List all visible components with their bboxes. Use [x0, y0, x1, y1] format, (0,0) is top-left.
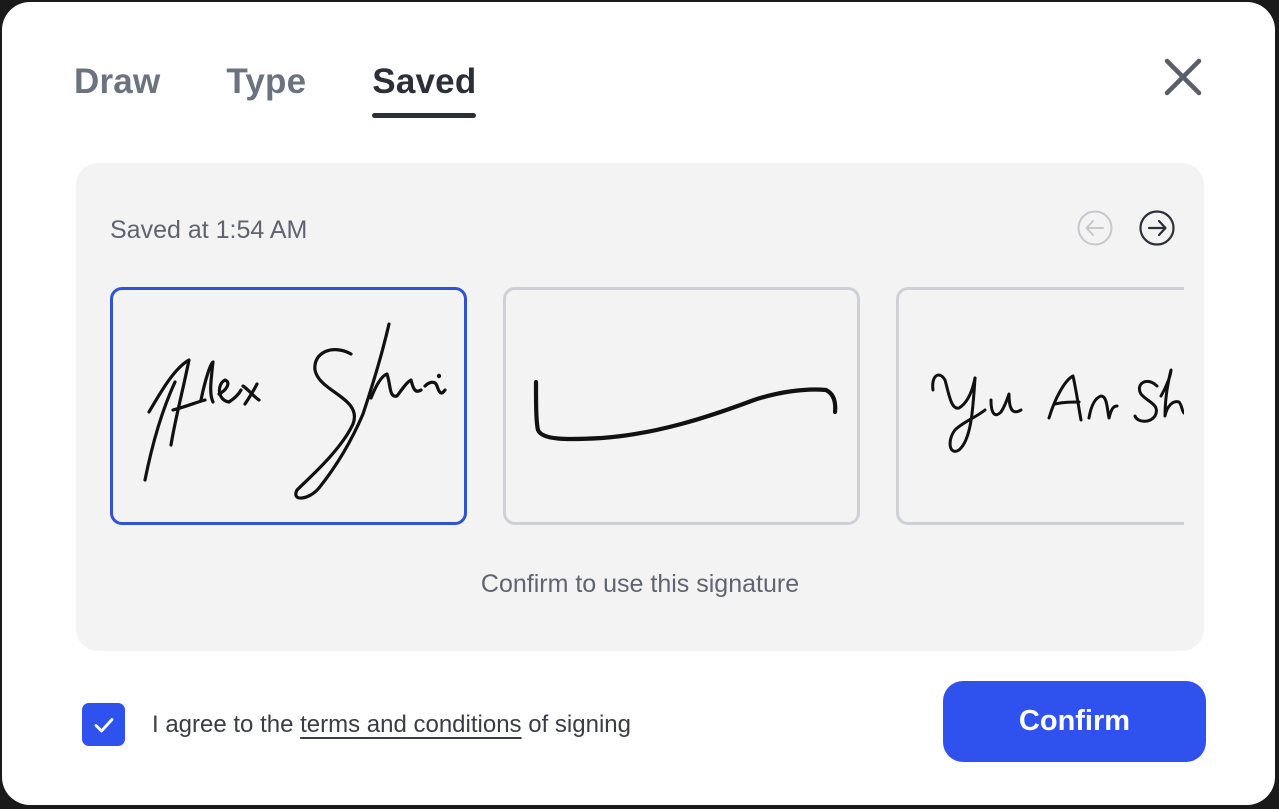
tab-bar: Draw Type Saved: [74, 60, 477, 118]
tab-draw[interactable]: Draw: [74, 60, 160, 104]
signature-carousel: [110, 287, 1184, 529]
signature-alex-shi: [143, 322, 447, 500]
confirm-button[interactable]: Confirm: [943, 681, 1206, 762]
signature-card-3[interactable]: [896, 287, 1184, 525]
signature-card-1[interactable]: [110, 287, 467, 525]
arrow-left-circle-icon[interactable]: [1076, 209, 1114, 247]
tab-type[interactable]: Type: [226, 60, 306, 104]
signature-dialog: Draw Type Saved Saved at 1:54 AM Confirm…: [2, 2, 1275, 805]
signature-line: [533, 379, 838, 442]
checkmark-icon: [94, 717, 113, 732]
signature-card-2[interactable]: [503, 287, 860, 525]
terms-agreement: I agree to the terms and conditions of s…: [82, 703, 631, 746]
confirm-hint: Confirm to use this signature: [480, 570, 800, 598]
saved-timestamp: Saved at 1:54 AM: [110, 216, 308, 244]
signature-yu-an-shi: [931, 368, 1184, 453]
agree-checkbox[interactable]: [82, 703, 125, 746]
agreement-text: I agree to the terms and conditions of s…: [152, 711, 631, 739]
tab-saved[interactable]: Saved: [372, 60, 477, 118]
arrow-right-circle-icon[interactable]: [1138, 209, 1176, 247]
agreement-suffix: of signing: [521, 710, 631, 738]
saved-signatures-panel: Saved at 1:54 AM Confirm to use this sig…: [76, 163, 1204, 651]
terms-link[interactable]: terms and conditions: [300, 711, 521, 738]
close-icon[interactable]: [1160, 54, 1206, 100]
agreement-prefix: I agree to the: [152, 710, 301, 738]
